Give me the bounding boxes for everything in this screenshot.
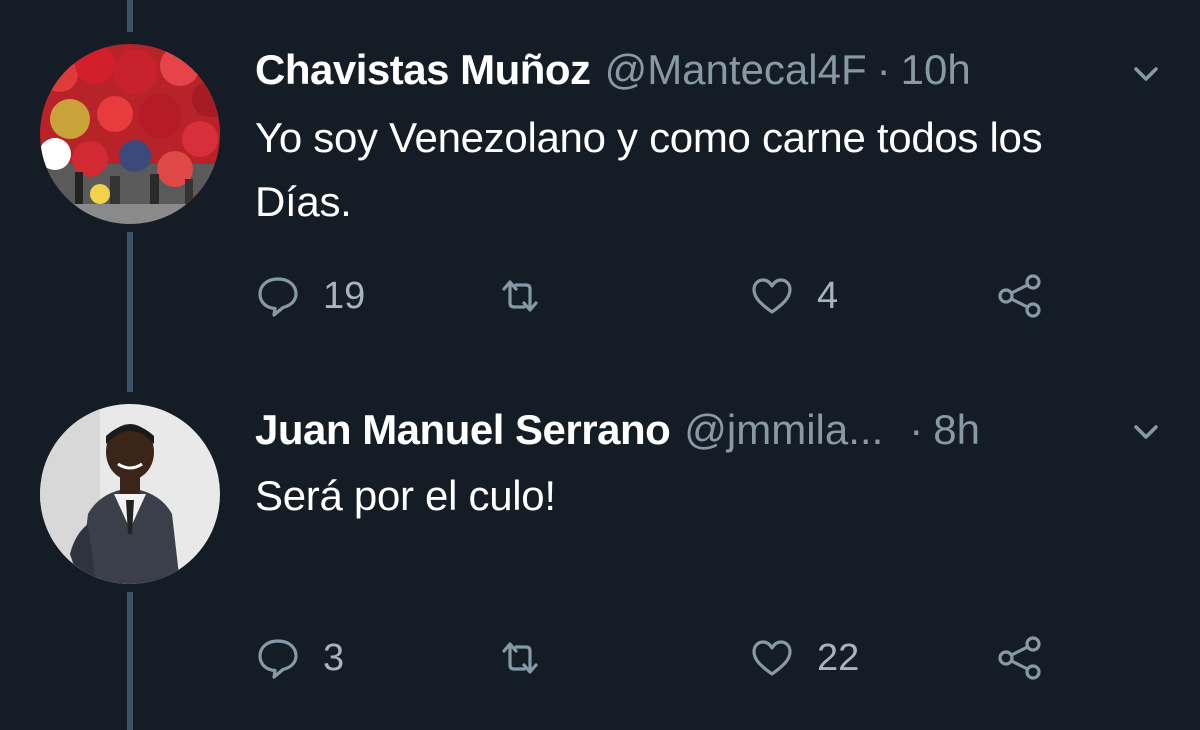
user-handle[interactable]: @jmmila... (684, 406, 883, 454)
like-button[interactable]: 22 (749, 628, 859, 688)
reply-count: 19 (323, 274, 366, 317)
speech-bubble-icon (255, 635, 301, 681)
timestamp[interactable]: 10h (901, 46, 971, 94)
tweet-actions: 3 22 (255, 628, 1085, 688)
reply-button[interactable]: 19 (255, 266, 365, 326)
separator: · (876, 46, 891, 93)
retweet-arrows-icon (497, 635, 543, 681)
user-handle[interactable]: @Mantecal4F (605, 46, 867, 94)
heart-outline-icon (749, 273, 795, 319)
share-button[interactable] (995, 266, 1045, 326)
tweet-header: Juan Manuel Serrano @jmmila... · 8h (255, 406, 980, 454)
speech-bubble-icon (255, 273, 301, 319)
avatar[interactable] (40, 404, 220, 584)
retweet-arrows-icon (497, 273, 543, 319)
tweet-text: Será por el culo! (255, 472, 556, 519)
share-button[interactable] (995, 628, 1045, 688)
chevron-down-icon[interactable] (1126, 412, 1166, 452)
display-name[interactable]: Juan Manuel Serrano (255, 406, 671, 454)
tweet-actions: 19 4 (255, 266, 1085, 326)
heart-outline-icon (749, 635, 795, 681)
chevron-down-icon[interactable] (1126, 54, 1166, 94)
like-count: 22 (817, 636, 860, 679)
share-nodes-icon (995, 271, 1045, 321)
retweet-button[interactable] (497, 628, 543, 688)
avatar[interactable] (40, 44, 220, 224)
reply-button[interactable]: 3 (255, 628, 344, 688)
timestamp[interactable]: 8h (933, 406, 980, 454)
separator: · (909, 406, 924, 453)
retweet-button[interactable] (497, 266, 543, 326)
tweet-header: Chavistas Muñoz @Mantecal4F · 10h (255, 46, 971, 94)
tweet-1[interactable]: Chavistas Muñoz @Mantecal4F · 10h Yo soy… (0, 0, 1200, 392)
like-count: 4 (817, 274, 839, 317)
display-name[interactable]: Chavistas Muñoz (255, 46, 591, 94)
tweet-2[interactable]: Juan Manuel Serrano @jmmila... · 8h Será… (0, 392, 1200, 730)
like-button[interactable]: 4 (749, 266, 838, 326)
man-in-suit-photo (40, 404, 220, 584)
reply-count: 3 (323, 636, 345, 679)
share-nodes-icon (995, 633, 1045, 683)
tweet-text: Yo soy Venezolano y como carne todos los… (255, 114, 1043, 225)
crowd-photo (40, 44, 220, 224)
